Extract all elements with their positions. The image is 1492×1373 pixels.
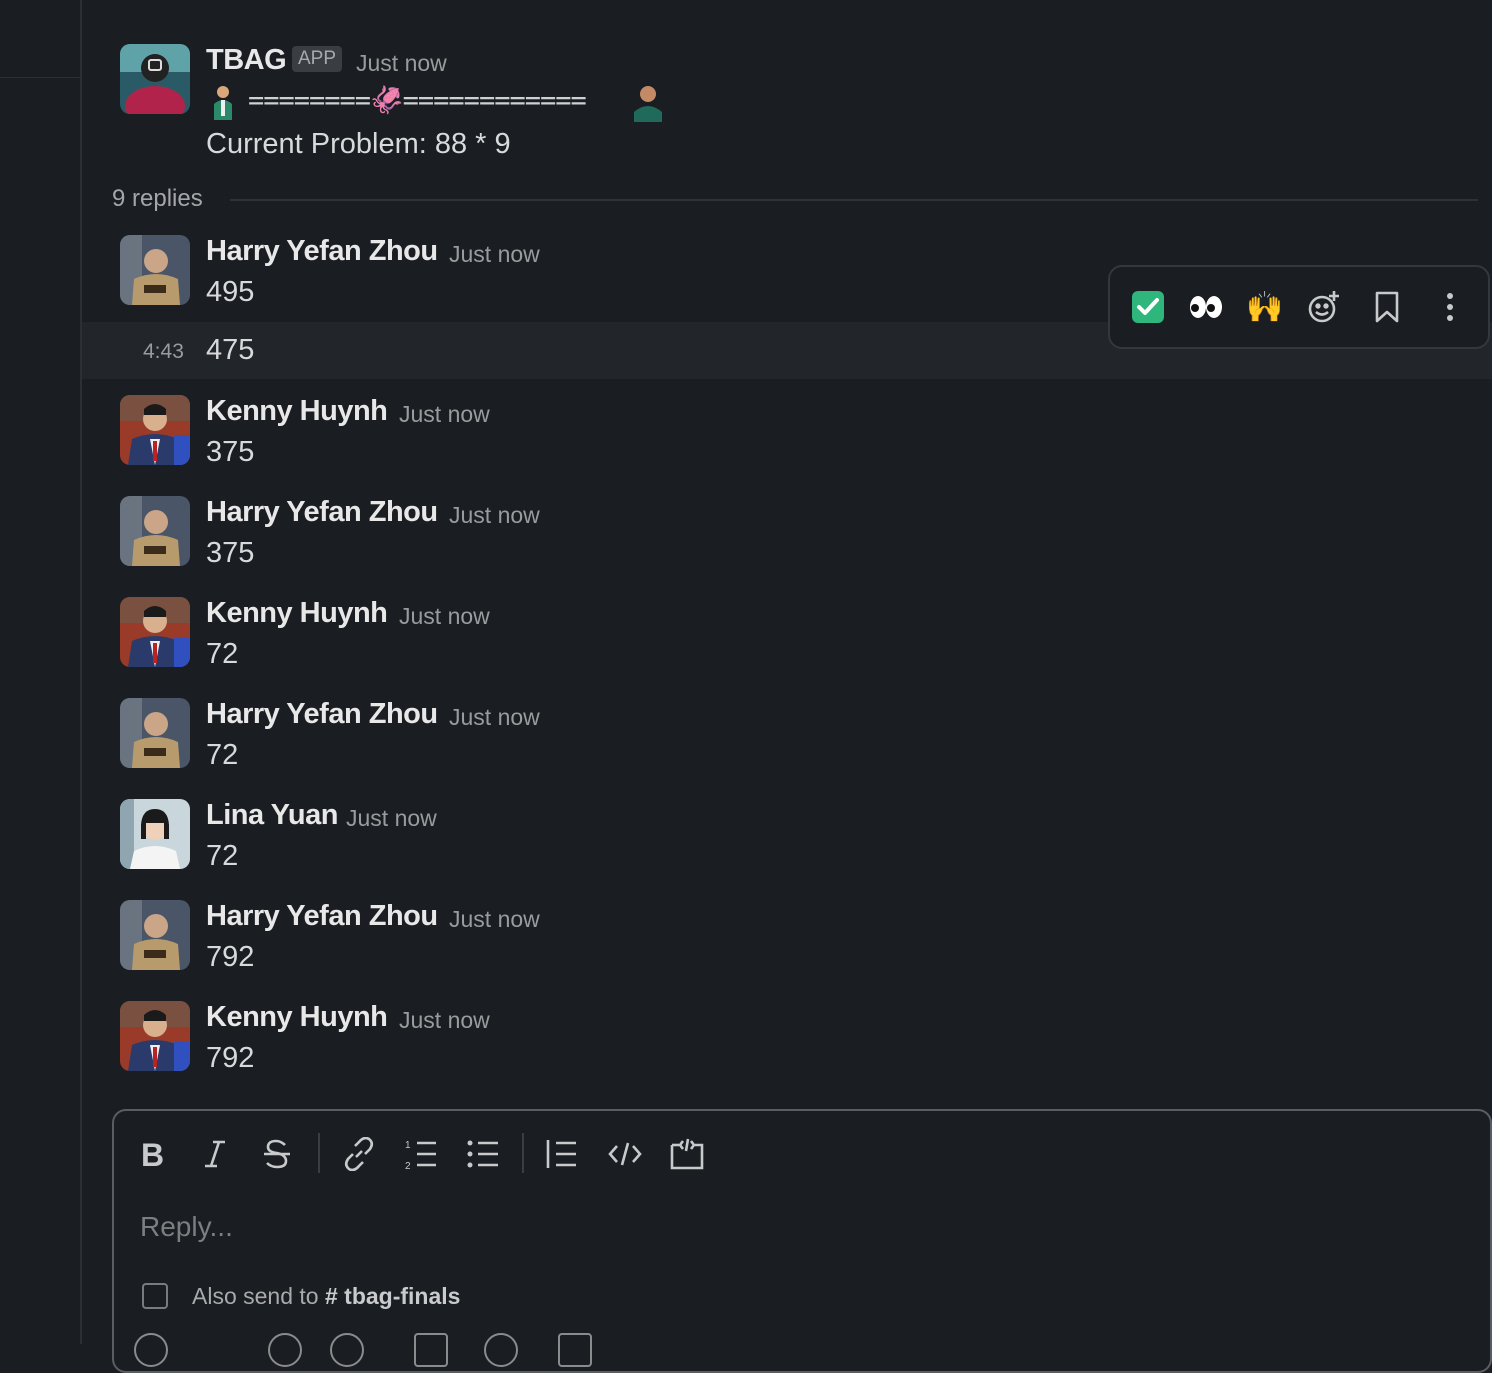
message-time[interactable]: Just now bbox=[346, 805, 437, 832]
replies-divider: 9 replies bbox=[112, 183, 1478, 219]
message-text: 375 bbox=[206, 436, 255, 468]
raised-hands-reaction-icon[interactable]: 🙌 bbox=[1245, 285, 1285, 329]
channel-name: # tbag-finals bbox=[324, 1283, 461, 1309]
avatar[interactable] bbox=[120, 698, 190, 768]
reply-input[interactable]: Reply... bbox=[140, 1211, 233, 1243]
microphone-icon[interactable] bbox=[484, 1333, 518, 1367]
app-badge: APP bbox=[292, 46, 343, 72]
avatar[interactable] bbox=[120, 597, 190, 667]
avatar[interactable] bbox=[120, 235, 190, 305]
message-text: 72 bbox=[206, 638, 239, 670]
link-icon[interactable] bbox=[336, 1131, 382, 1177]
finish-figure-icon bbox=[634, 86, 662, 122]
avatar[interactable] bbox=[120, 496, 190, 566]
check-mark-reaction-icon[interactable] bbox=[1128, 285, 1168, 329]
message-text: 495 bbox=[206, 276, 255, 308]
bookmark-icon[interactable] bbox=[1367, 285, 1407, 329]
ordered-list-icon[interactable]: 12 bbox=[398, 1131, 444, 1177]
also-send-prefix: Also send to bbox=[192, 1283, 319, 1309]
svg-text:B: B bbox=[141, 1138, 164, 1170]
also-send-label[interactable]: Also send to # tbag-finals bbox=[192, 1283, 460, 1310]
race-line: ========🦑============ bbox=[206, 82, 676, 122]
message-actions-toolbar: 🙌 bbox=[1108, 265, 1490, 349]
bold-icon[interactable]: B bbox=[130, 1131, 176, 1177]
also-send-checkbox[interactable] bbox=[142, 1283, 168, 1309]
avatar[interactable] bbox=[120, 395, 190, 465]
author-name[interactable]: Harry Yefan Zhou bbox=[206, 496, 438, 529]
replies-divider-line bbox=[230, 199, 1478, 201]
shortcuts-icon[interactable] bbox=[558, 1333, 592, 1367]
message-time[interactable]: Just now bbox=[399, 1007, 490, 1034]
eyes-reaction-icon[interactable] bbox=[1186, 285, 1226, 329]
message-time[interactable]: Just now bbox=[449, 704, 540, 731]
message-time[interactable]: 4:43 bbox=[143, 340, 184, 364]
emoji-icon[interactable] bbox=[268, 1333, 302, 1367]
code-block-icon[interactable] bbox=[664, 1131, 710, 1177]
avatar[interactable] bbox=[120, 799, 190, 869]
author-name[interactable]: Kenny Huynh bbox=[206, 597, 388, 630]
message-time[interactable]: Just now bbox=[399, 603, 490, 630]
tbag-avatar[interactable] bbox=[120, 44, 190, 114]
player-figure-icon bbox=[214, 86, 232, 120]
message-time[interactable]: Just now bbox=[399, 401, 490, 428]
replies-count: 9 replies bbox=[112, 185, 203, 212]
problem-text: Current Problem: 88 * 9 bbox=[206, 128, 511, 160]
message-text: 72 bbox=[206, 840, 239, 872]
author-name[interactable]: Lina Yuan bbox=[206, 799, 338, 832]
sidebar-divider bbox=[0, 77, 80, 78]
author-name[interactable]: Harry Yefan Zhou bbox=[206, 235, 438, 268]
message-text: 72 bbox=[206, 739, 239, 771]
blockquote-icon[interactable] bbox=[538, 1131, 584, 1177]
reply-composer: B 12 Reply... Also send to # tbag-finals bbox=[112, 1109, 1492, 1373]
bulleted-list-icon[interactable] bbox=[460, 1131, 506, 1177]
composer-bottom-toolbar bbox=[134, 1333, 834, 1367]
add-reaction-icon[interactable] bbox=[1304, 285, 1344, 329]
author-name[interactable]: Harry Yefan Zhou bbox=[206, 698, 438, 731]
plus-icon[interactable] bbox=[134, 1333, 168, 1367]
mention-icon[interactable] bbox=[330, 1333, 364, 1367]
message-time[interactable]: Just now bbox=[449, 241, 540, 268]
message-text: 475 bbox=[206, 334, 255, 366]
left-sidebar-edge bbox=[0, 0, 82, 1344]
author-name[interactable]: Kenny Huynh bbox=[206, 1001, 388, 1034]
author-name[interactable]: Kenny Huynh bbox=[206, 395, 388, 428]
message-time[interactable]: Just now bbox=[449, 502, 540, 529]
svg-text:1: 1 bbox=[405, 1140, 411, 1151]
message-text: 375 bbox=[206, 537, 255, 569]
message-text: 792 bbox=[206, 1042, 255, 1074]
code-icon[interactable] bbox=[602, 1131, 648, 1177]
svg-text:2: 2 bbox=[405, 1161, 411, 1170]
message-time[interactable]: Just now bbox=[449, 906, 540, 933]
avatar[interactable] bbox=[120, 900, 190, 970]
video-icon[interactable] bbox=[414, 1333, 448, 1367]
strikethrough-icon[interactable] bbox=[254, 1131, 300, 1177]
author-name[interactable]: TBAG bbox=[206, 44, 287, 77]
message-text: 792 bbox=[206, 941, 255, 973]
more-actions-icon[interactable] bbox=[1430, 285, 1470, 329]
race-track-text: ========🦑============ bbox=[248, 85, 587, 116]
message-time[interactable]: Just now bbox=[356, 50, 447, 77]
author-name[interactable]: Harry Yefan Zhou bbox=[206, 900, 438, 933]
toolbar-separator bbox=[318, 1133, 320, 1173]
toolbar-separator bbox=[522, 1133, 524, 1173]
avatar[interactable] bbox=[120, 1001, 190, 1071]
italic-icon[interactable] bbox=[192, 1131, 238, 1177]
